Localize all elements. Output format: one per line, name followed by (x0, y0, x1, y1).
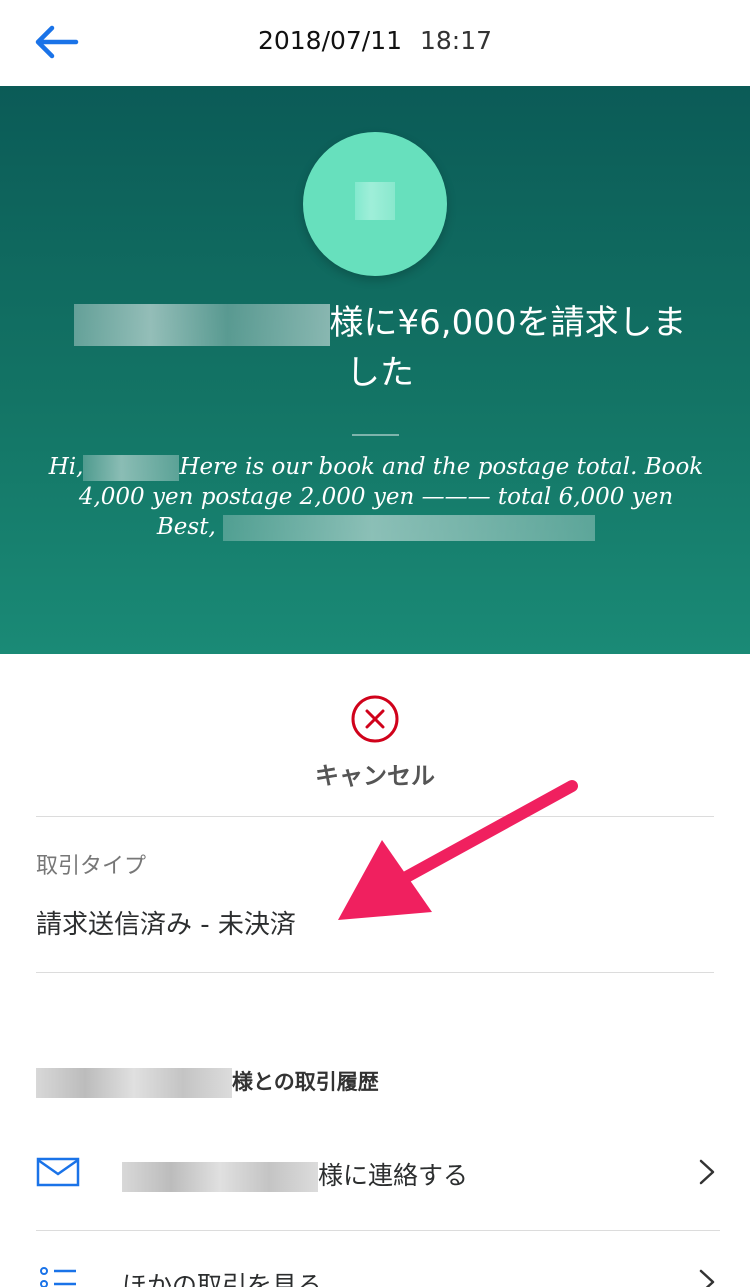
other-transactions-label: ほかの取引を見る (122, 1271, 323, 1287)
history-name-blurred (36, 1068, 232, 1098)
message-line2: 4,000 yen postage 2,000 yen ——— total 6,… (78, 484, 674, 510)
headline-line1: 様に¥6,000を請求しま (329, 303, 687, 343)
avatar (303, 132, 447, 276)
envelope-icon (36, 1157, 80, 1187)
transaction-date: 2018/07/11 (257, 26, 403, 55)
avatar-initials-blurred (355, 182, 395, 220)
hero-banner: 様に¥6,000を請求しま した Hi, Here is our book and… (0, 86, 750, 654)
contact-label-suffix: 様に連絡する (318, 1161, 469, 1190)
contact-name-blurred (122, 1162, 318, 1192)
transaction-datetime: 2018/07/11 18:17 (0, 26, 750, 55)
history-title-suffix: 様との取引履歴 (232, 1070, 379, 1094)
message-signoff: Best, (156, 514, 216, 540)
divider (36, 1230, 720, 1231)
list-icon (40, 1267, 76, 1287)
message-line1: Here is our book and the postage total. … (179, 454, 704, 480)
transaction-time: 18:17 (420, 26, 493, 55)
chevron-right-icon (699, 1159, 715, 1185)
cancel-x-circle-icon (351, 695, 399, 743)
contact-recipient-row[interactable]: 様に連絡する (36, 1130, 720, 1220)
request-message: Hi, Here is our book and the postage tota… (40, 452, 712, 542)
history-title: 様との取引履歴 (36, 1066, 379, 1098)
chevron-right-icon (699, 1269, 715, 1287)
request-headline: 様に¥6,000を請求しま した (50, 298, 710, 398)
contact-recipient-label: 様に連絡する (122, 1156, 468, 1192)
message-name-blurred (83, 455, 180, 481)
headline-line2: した (346, 353, 414, 393)
other-transactions-row[interactable]: ほかの取引を見る (36, 1240, 720, 1287)
transaction-type-label: 取引タイプ (36, 854, 147, 879)
top-bar: 2018/07/11 18:17 (0, 0, 750, 86)
recipient-name-blurred (73, 303, 330, 346)
hero-divider (352, 434, 399, 436)
message-sender-blurred (223, 515, 596, 541)
annotation-arrow-icon (338, 780, 578, 920)
divider (36, 972, 714, 973)
transaction-type-value: 請求送信済み - 未決済 (36, 910, 296, 940)
message-greeting: Hi, (48, 454, 84, 480)
